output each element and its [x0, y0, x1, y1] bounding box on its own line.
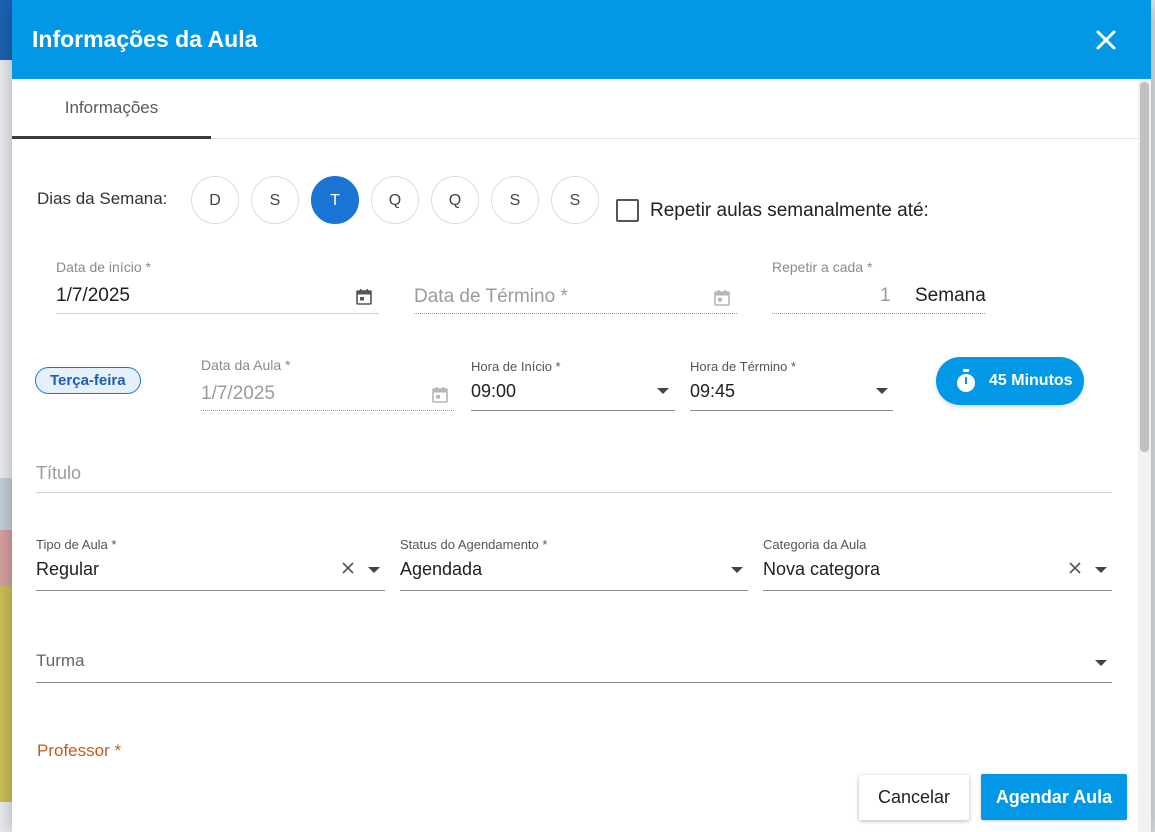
background-calendar-strip: [0, 60, 12, 832]
background-event: [0, 478, 12, 530]
duration-button[interactable]: 45 Minutos: [936, 357, 1084, 405]
chevron-down-icon[interactable]: [1094, 659, 1108, 667]
lesson-date-label: Data da Aula *: [201, 357, 291, 373]
start-time-select[interactable]: Hora de Início * 09:00: [471, 359, 675, 411]
weekday-button-friday[interactable]: S: [491, 176, 539, 224]
class-group-underline: [36, 682, 1112, 683]
weekday-button-saturday[interactable]: S: [551, 176, 599, 224]
start-date-label: Data de início *: [56, 259, 151, 275]
repeat-every-underline: [772, 313, 985, 314]
chevron-down-icon[interactable]: [730, 566, 744, 574]
calendar-icon[interactable]: [355, 288, 373, 306]
start-date-underline: [56, 313, 379, 314]
chevron-down-icon[interactable]: [1094, 566, 1108, 574]
calendar-icon[interactable]: [431, 386, 449, 404]
repeat-weekly-label: Repetir aulas semanalmente até:: [650, 200, 929, 221]
close-button[interactable]: [1088, 22, 1124, 58]
repeat-every-label: Repetir a cada *: [772, 259, 873, 275]
close-icon: [1096, 30, 1116, 50]
start-time-label: Hora de Início *: [471, 359, 561, 374]
end-time-value: 09:45: [690, 381, 736, 401]
lesson-category-underline: [763, 590, 1112, 591]
lesson-date-underline: [201, 410, 454, 411]
stopwatch-icon: [957, 369, 975, 392]
lesson-type-underline: [36, 590, 385, 591]
weekday-chip: Terça-feira: [35, 367, 141, 394]
title-placeholder: Título: [36, 463, 82, 483]
weekday-button-tuesday[interactable]: T: [311, 176, 359, 224]
end-time-underline: [690, 410, 893, 411]
lesson-type-label: Tipo de Aula *: [36, 537, 117, 552]
lesson-date-value: 1/7/2025: [201, 383, 275, 404]
schedule-status-underline: [400, 590, 748, 591]
start-date-field[interactable]: Data de início * 1/7/2025: [56, 259, 379, 315]
weekdays-label: Dias da Semana:: [37, 189, 168, 208]
calendar-icon[interactable]: [713, 289, 731, 307]
professor-label: Professor *: [37, 741, 122, 759]
end-date-underline: [414, 313, 737, 314]
repeat-weekly-checkbox[interactable]: [616, 199, 639, 222]
dialog-footer: Cancelar Agendar Aula: [12, 759, 1138, 832]
title-underline: [36, 492, 1112, 493]
tab-bar: Informações: [12, 79, 1140, 139]
chevron-down-icon[interactable]: [656, 387, 670, 395]
lesson-type-value: Regular: [36, 559, 100, 579]
weekday-button-thursday[interactable]: Q: [431, 176, 479, 224]
repeat-every-unit: Semana: [915, 285, 986, 306]
lesson-info-dialog: Informações da Aula Informações Dias da …: [12, 0, 1151, 832]
title-input[interactable]: Título: [36, 457, 1112, 493]
end-date-placeholder: Data de Término *: [414, 286, 568, 307]
chevron-down-icon[interactable]: [875, 387, 889, 395]
schedule-status-select[interactable]: Status do Agendamento * Agendada: [400, 537, 748, 591]
class-group-select[interactable]: Turma: [36, 645, 1112, 683]
schedule-status-value: Agendada: [400, 559, 483, 579]
dialog-content: Dias da Semana: D S T Q Q S S Repetir au…: [12, 139, 1138, 759]
lesson-category-select[interactable]: Categoria da Aula Nova categora: [763, 537, 1112, 591]
class-group-placeholder: Turma: [36, 651, 85, 670]
dialog-title: Informações da Aula: [32, 26, 258, 52]
weekday-button-monday[interactable]: S: [251, 176, 299, 224]
lesson-category-value: Nova categora: [763, 559, 881, 579]
repeat-every-field[interactable]: Repetir a cada * 1 Semana: [772, 259, 986, 315]
cancel-button[interactable]: Cancelar: [859, 775, 969, 820]
background-edge: [1151, 0, 1155, 832]
weekday-button-sunday[interactable]: D: [191, 176, 239, 224]
schedule-status-label: Status do Agendamento *: [400, 537, 548, 552]
clear-icon[interactable]: [342, 562, 354, 574]
lesson-date-field[interactable]: Data da Aula * 1/7/2025: [201, 357, 454, 413]
tab-informacoes[interactable]: Informações: [12, 79, 211, 139]
weekday-button-wednesday[interactable]: Q: [371, 176, 419, 224]
background-event: [0, 586, 12, 802]
end-date-field[interactable]: Data de Término *: [414, 259, 737, 315]
lesson-type-select[interactable]: Tipo de Aula * Regular: [36, 537, 385, 591]
schedule-lesson-button[interactable]: Agendar Aula: [981, 774, 1127, 820]
dialog-header: Informações da Aula: [12, 0, 1151, 79]
end-time-select[interactable]: Hora de Término * 09:45: [690, 359, 893, 411]
chevron-down-icon[interactable]: [367, 566, 381, 574]
start-time-underline: [471, 410, 675, 411]
start-time-value: 09:00: [471, 381, 517, 401]
background-event: [0, 530, 12, 586]
repeat-every-value: 1: [880, 285, 891, 306]
lesson-category-label: Categoria da Aula: [763, 537, 867, 552]
start-date-value: 1/7/2025: [56, 285, 130, 306]
duration-label: 45 Minutos: [989, 372, 1073, 389]
clear-icon[interactable]: [1069, 562, 1081, 574]
scrollbar-thumb[interactable]: [1140, 82, 1149, 452]
end-time-label: Hora de Término *: [690, 359, 796, 374]
